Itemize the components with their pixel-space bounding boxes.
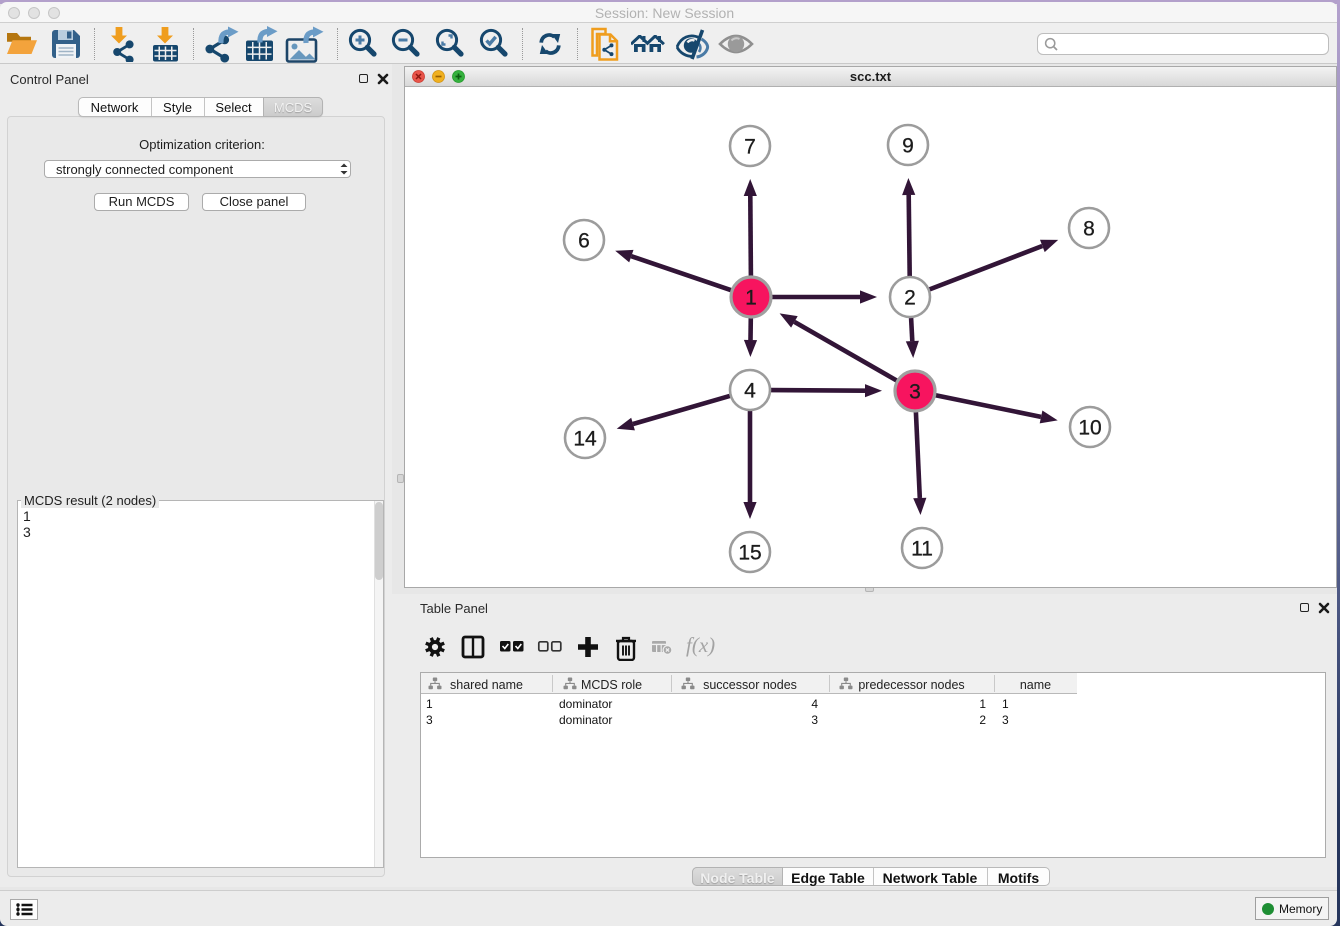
svg-text:14: 14 bbox=[573, 428, 597, 451]
svg-text:6: 6 bbox=[578, 230, 590, 253]
svg-text:15: 15 bbox=[738, 542, 761, 565]
svg-text:11: 11 bbox=[911, 538, 933, 561]
svg-text:10: 10 bbox=[1078, 417, 1101, 440]
svg-text:3: 3 bbox=[909, 381, 921, 404]
svg-text:4: 4 bbox=[744, 380, 756, 403]
svg-text:2: 2 bbox=[904, 287, 916, 310]
svg-text:7: 7 bbox=[744, 136, 756, 159]
svg-text:9: 9 bbox=[902, 135, 914, 158]
svg-text:8: 8 bbox=[1083, 218, 1095, 241]
svg-text:1: 1 bbox=[745, 287, 757, 310]
